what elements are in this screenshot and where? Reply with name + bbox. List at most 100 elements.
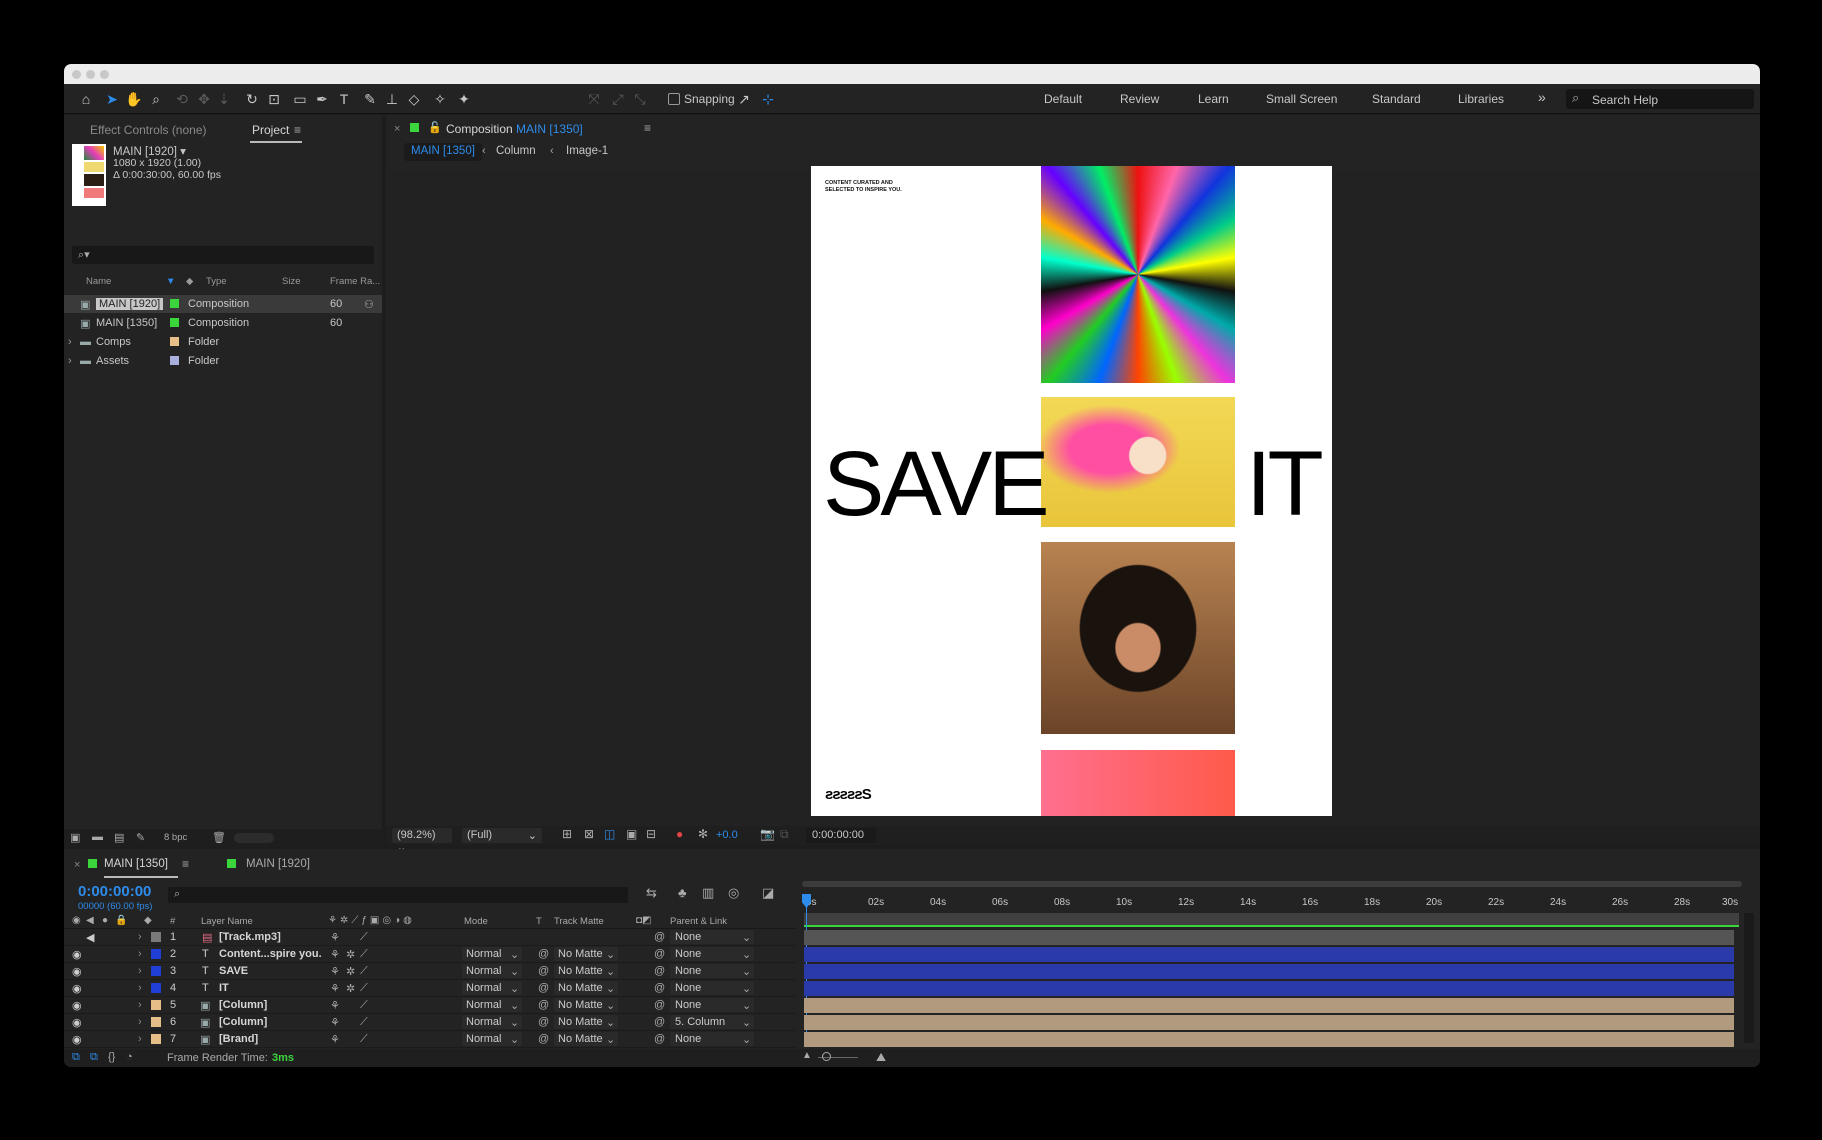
matte-pickwhip-icon[interactable]: @ <box>538 965 549 977</box>
show-snapshot-icon[interactable]: ⧉ <box>780 827 789 842</box>
eye-visibility-icon[interactable]: ◉ <box>72 1033 82 1046</box>
in-out-toggle-icon[interactable]: {} <box>108 1051 115 1063</box>
parent-pickwhip-icon[interactable]: @ <box>654 931 665 943</box>
layer-name[interactable]: SAVE <box>219 965 248 977</box>
motion-blur-icon[interactable]: ◎ <box>728 885 739 901</box>
bit-depth-button[interactable]: 8 bpc <box>164 832 187 843</box>
anchor-point-tool-icon[interactable]: ⊡ <box>264 89 284 109</box>
eraser-tool-icon[interactable]: ◇ <box>404 89 424 109</box>
column-track-matte-header[interactable]: Track Matte <box>554 916 604 927</box>
shy-layers-icon[interactable]: ♣ <box>678 885 687 900</box>
matte-pickwhip-icon[interactable]: @ <box>538 1033 549 1045</box>
expand-chevron-icon[interactable]: › <box>138 948 142 960</box>
project-item[interactable]: › ▬ Comps Folder <box>64 333 382 351</box>
matte-pickwhip-icon[interactable]: @ <box>538 982 549 994</box>
expand-chevron-icon[interactable]: › <box>138 982 142 994</box>
resolution-dropdown[interactable]: (Full) ⌄ <box>462 828 542 843</box>
parent-pickwhip-icon[interactable]: @ <box>654 965 665 977</box>
layer-duration-bar[interactable] <box>804 998 1734 1013</box>
project-item[interactable]: ▣ MAIN [1350] Composition 60 <box>64 314 382 332</box>
expand-chevron-icon[interactable]: › <box>138 1033 142 1045</box>
eye-visibility-icon[interactable]: ◉ <box>72 965 82 978</box>
render-time-toggle-icon[interactable]: ◔ <box>126 1051 133 1063</box>
layer-row[interactable]: ◉ › 4 T IT ⚘ ✲ ⟋ Normal ⌄ @ No Matte ⌄ @ None ⌄ <box>64 980 796 997</box>
matte-toggles-icon[interactable]: ◘◩ <box>636 915 652 926</box>
layer-duration-bar[interactable] <box>804 964 1734 979</box>
project-item[interactable]: › ▬ Assets Folder <box>64 352 382 370</box>
tab-effect-controls[interactable]: Effect Controls (none) <box>90 123 207 137</box>
sort-chevron-icon[interactable]: ▼ <box>166 276 175 287</box>
search-help-field[interactable]: ⌕ Search Help <box>1566 89 1754 109</box>
label-color-swatch[interactable] <box>151 932 161 942</box>
home-icon[interactable]: ⌂ <box>76 89 96 109</box>
layer-duration-bar[interactable] <box>804 947 1734 962</box>
parent-pickwhip-icon[interactable]: @ <box>654 1016 665 1028</box>
timeline-tab-active[interactable]: MAIN [1350] <box>104 858 168 870</box>
close-window-button[interactable] <box>72 70 81 79</box>
layer-row[interactable]: ◉ › 7 ▣ [Brand] ⚘ ⟋ Normal ⌄ @ No Matte ⌄ @ None ⌄ <box>64 1031 796 1048</box>
matte-pickwhip-icon[interactable]: @ <box>538 1016 549 1028</box>
shy-switch-icon[interactable]: ⚘ <box>330 965 340 978</box>
expand-chevron-icon[interactable]: › <box>68 355 72 367</box>
local-axis-icon[interactable]: ⤧ <box>584 89 604 109</box>
composition-artboard[interactable]: CONTENT CURATED AND SELECTED TO INSPIRE … <box>811 166 1332 816</box>
panel-menu-icon[interactable]: ≡ <box>182 857 189 871</box>
brush-tool-icon[interactable]: ✎ <box>360 89 380 109</box>
quality-switch-icon[interactable]: ⟋ <box>360 931 368 944</box>
column-number-header[interactable]: # <box>170 916 175 927</box>
label-color-swatch[interactable] <box>151 1000 161 1010</box>
zoom-tool-icon[interactable]: ⌕ <box>146 89 166 109</box>
timeline-tab-other[interactable]: MAIN [1920] <box>246 858 310 870</box>
eye-visibility-icon[interactable]: ◉ <box>72 982 82 995</box>
tab-project[interactable]: Project <box>252 123 289 137</box>
collapse-switch-icon[interactable]: ✲ <box>346 948 355 961</box>
pan-camera-icon[interactable]: ✥ <box>194 89 214 109</box>
layer-name[interactable]: [Column] <box>219 1016 267 1028</box>
quality-switch-icon[interactable]: ⟋ <box>360 999 368 1012</box>
adjust-settings-icon[interactable]: ✎ <box>136 831 145 844</box>
flowchart-icon[interactable]: ⚇ <box>364 298 374 311</box>
zoom-out-icon[interactable]: ▲ <box>802 1050 812 1061</box>
workspace-learn[interactable]: Learn <box>1198 92 1229 106</box>
snap-edges-icon[interactable]: ↗ <box>734 89 754 109</box>
composition-flowchart-icon[interactable]: ⇆ <box>646 885 657 901</box>
project-search-input[interactable]: ⌕▾ <box>72 246 374 264</box>
column-frame-rate-header[interactable]: Frame Ra... <box>330 276 380 287</box>
workspace-review[interactable]: Review <box>1120 92 1159 106</box>
graph-editor-icon[interactable]: ◪ <box>762 885 774 901</box>
column-name-header[interactable]: Name <box>86 276 111 287</box>
lock-icon[interactable]: 🔓 <box>428 121 442 134</box>
label-color-swatch[interactable] <box>170 356 179 365</box>
world-axis-icon[interactable]: ⤢ <box>608 89 628 109</box>
project-item[interactable]: ▣ MAIN [1920] Composition 60 ⚇ <box>64 295 382 313</box>
parent-pickwhip-icon[interactable]: @ <box>654 948 665 960</box>
switches-header-icon[interactable]: ⚘✲⟋ƒ▣◎◑◍ <box>328 915 415 926</box>
shy-switch-icon[interactable]: ⚘ <box>330 999 340 1012</box>
label-color-swatch[interactable] <box>170 318 179 327</box>
shy-switch-icon[interactable]: ⚘ <box>330 931 340 944</box>
quality-switch-icon[interactable]: ⟋ <box>360 1033 368 1046</box>
panel-menu-icon[interactable]: ≡ <box>644 121 651 135</box>
thumbnail-size-slider[interactable] <box>234 833 274 843</box>
column-type-header[interactable]: Type <box>206 276 227 287</box>
view-axis-icon[interactable]: ⤡ <box>630 89 650 109</box>
layer-duration-bar[interactable] <box>804 981 1734 996</box>
layer-name[interactable]: [Brand] <box>219 1033 258 1045</box>
hand-tool-icon[interactable]: ✋ <box>124 89 144 109</box>
breadcrumb-main[interactable]: MAIN [1350] <box>404 143 482 161</box>
zoom-in-icon[interactable]: ⛰ <box>876 1050 886 1065</box>
quality-switch-icon[interactable]: ⟋ <box>360 1016 368 1029</box>
label-color-swatch[interactable] <box>151 1034 161 1044</box>
label-tag-icon[interactable]: ◆ <box>186 276 193 287</box>
image-radial-rays[interactable] <box>1041 166 1235 383</box>
layer-row[interactable]: ◉ › 2 T Content...spire you. ⚘ ✲ ⟋ Normal ⌄ @ No Ma… <box>64 946 796 963</box>
headline-it[interactable]: IT <box>1246 438 1324 530</box>
expand-chevron-icon[interactable]: › <box>138 999 142 1011</box>
layer-row[interactable]: ◉ › 6 ▣ [Column] ⚘ ⟋ Normal ⌄ @ No Matte ⌄ @5. Colum… <box>64 1014 796 1031</box>
region-of-interest-icon[interactable]: ▣ <box>626 827 637 841</box>
video-switch-icon[interactable]: ◉ <box>72 915 81 926</box>
layer-name[interactable]: Content...spire you. <box>219 948 322 960</box>
current-time-display[interactable]: 0:00:00:00 <box>78 883 151 900</box>
new-composition-icon[interactable]: ▤ <box>114 831 124 844</box>
selection-tool-icon[interactable]: ➤ <box>102 89 122 109</box>
